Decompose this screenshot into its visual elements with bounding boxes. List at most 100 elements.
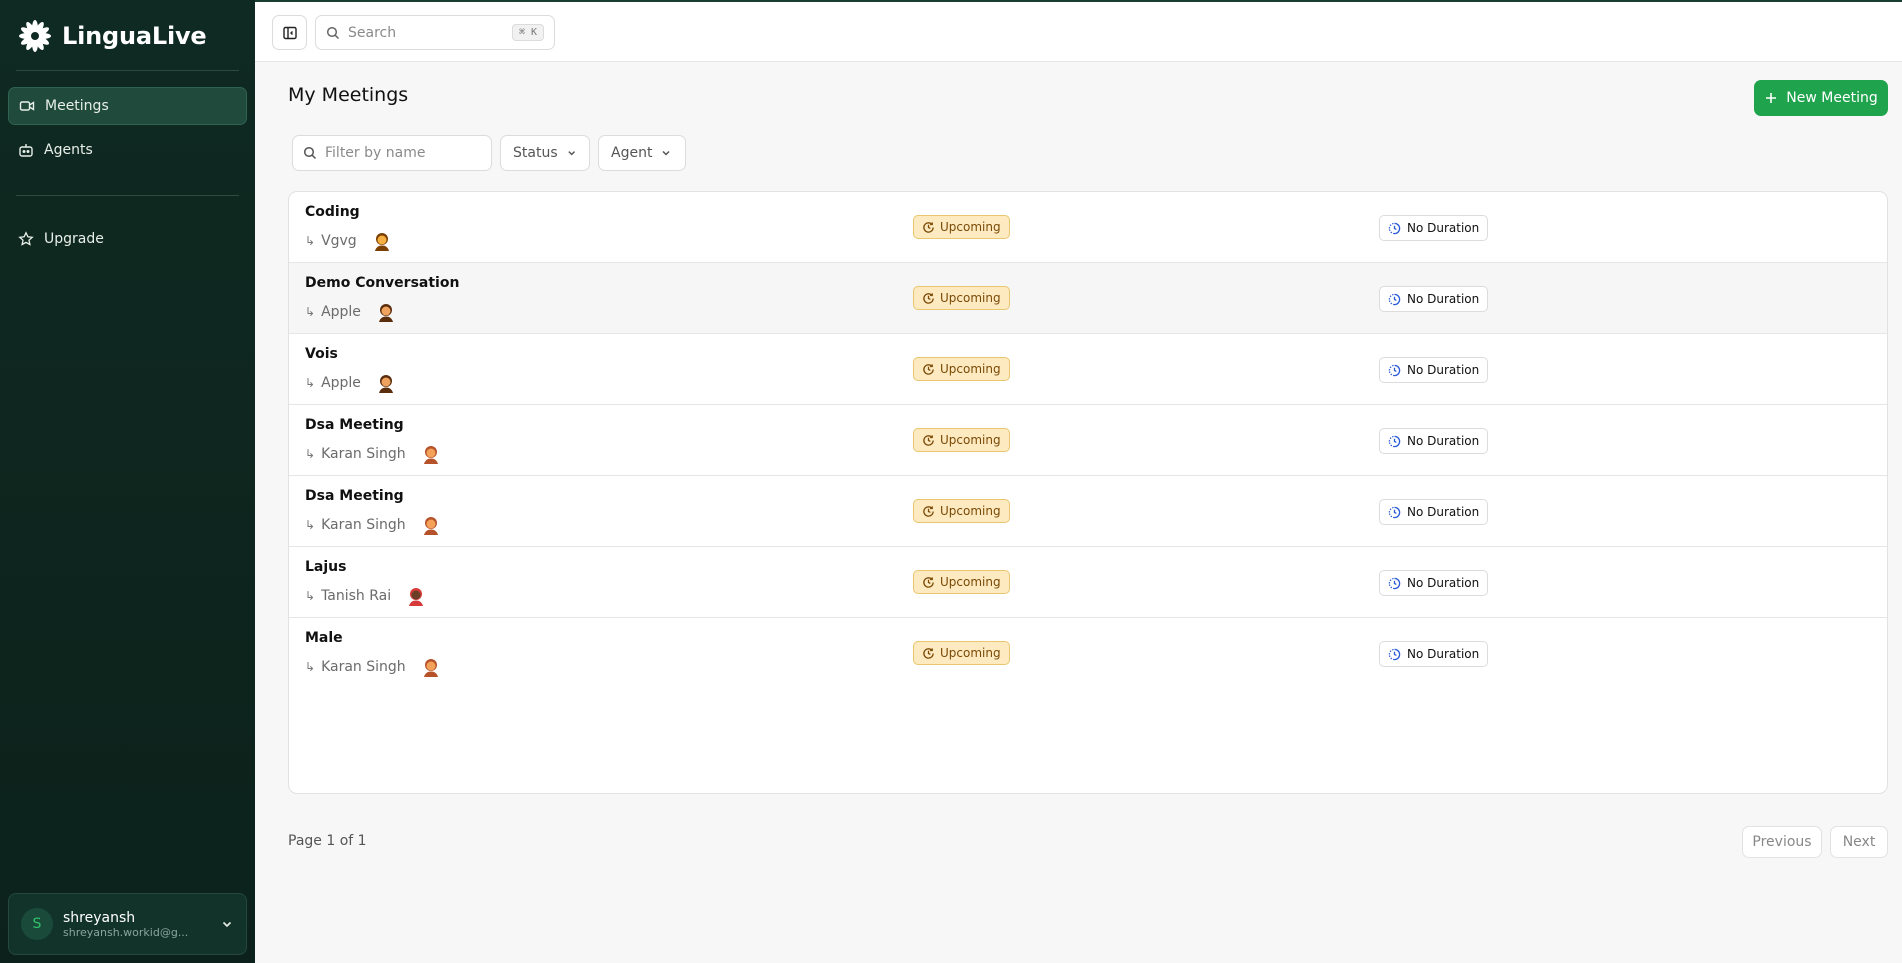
status-badge: Upcoming	[913, 215, 1010, 239]
meeting-name: Vois	[305, 346, 338, 362]
clock-arrow-icon	[923, 292, 934, 304]
next-page-button[interactable]: Next	[1830, 826, 1888, 858]
agent-avatar-icon	[423, 446, 438, 464]
new-meeting-button[interactable]: New Meeting	[1754, 80, 1888, 116]
meeting-name: Lajus	[305, 559, 347, 575]
status-label: Upcoming	[940, 575, 1001, 589]
clock-fading-icon	[1388, 435, 1401, 447]
sidebar-item-agents[interactable]: Agents	[8, 131, 247, 169]
clock-arrow-icon	[923, 576, 934, 588]
page-title: My Meetings	[288, 84, 409, 106]
duration-label: No Duration	[1407, 576, 1480, 590]
clock-arrow-icon	[923, 434, 934, 446]
plus-icon	[1766, 93, 1777, 103]
sidebar-item-label: Meetings	[45, 98, 109, 114]
filter-by-name-input[interactable]: Filter by name	[292, 135, 492, 171]
user-menu[interactable]: S shreyansh shreyansh.workid@g...	[8, 893, 247, 955]
clock-fading-icon	[1388, 293, 1401, 305]
status-label: Upcoming	[940, 646, 1001, 660]
agent-avatar-icon	[423, 659, 438, 677]
page-info: Page 1 of 1	[288, 833, 367, 849]
user-info: shreyansh shreyansh.workid@g...	[63, 910, 210, 939]
meeting-name: Demo Conversation	[305, 275, 460, 291]
duration-badge: No Duration	[1379, 570, 1489, 596]
clock-fading-icon	[1388, 648, 1401, 660]
agent-name: Karan Singh	[321, 659, 406, 675]
agent-avatar-icon	[378, 375, 393, 393]
clock-fading-icon	[1388, 364, 1401, 376]
status-filter-label: Status	[513, 145, 558, 161]
table-row[interactable]: Coding ↳ Vgvg Upcoming No Duration	[289, 192, 1887, 263]
status-label: Upcoming	[940, 220, 1001, 234]
status-badge: Upcoming	[913, 570, 1010, 594]
duration-badge: No Duration	[1379, 286, 1489, 312]
clock-fading-icon	[1388, 577, 1401, 589]
sidebar-divider	[16, 70, 239, 71]
user-name: shreyansh	[63, 909, 136, 926]
agent-filter-label: Agent	[611, 145, 653, 161]
corner-down-right-icon: ↳	[305, 447, 316, 461]
sidebar-item-meetings[interactable]: Meetings	[8, 87, 247, 125]
sidebar-divider	[16, 195, 239, 196]
table-row[interactable]: Lajus ↳ Tanish Rai Upcoming No Duration	[289, 547, 1887, 618]
chevron-down-icon	[222, 921, 232, 928]
agent-name: Tanish Rai	[321, 588, 392, 604]
duration-badge: No Duration	[1379, 428, 1489, 454]
top-bar: Search ⌘ K	[255, 0, 1902, 62]
table-row[interactable]: Vois ↳ Apple Upcoming No Duration	[289, 334, 1887, 405]
duration-label: No Duration	[1407, 363, 1480, 377]
meeting-agent: ↳ Apple	[305, 372, 397, 394]
table-row[interactable]: Demo Conversation ↳ Apple Upcoming No Du…	[289, 263, 1887, 334]
search-input[interactable]: Search ⌘ K	[315, 15, 555, 50]
corner-down-right-icon: ↳	[305, 376, 316, 390]
sidebar-item-label: Upgrade	[44, 231, 104, 247]
status-badge: Upcoming	[913, 641, 1010, 665]
previous-page-button[interactable]: Previous	[1742, 826, 1822, 858]
video-icon	[19, 101, 35, 111]
agent-avatar-icon	[423, 517, 438, 535]
status-filter-dropdown[interactable]: Status	[500, 135, 590, 171]
meeting-agent: ↳ Apple	[305, 301, 397, 323]
meeting-agent: ↳ Karan Singh	[305, 514, 442, 536]
agent-filter-dropdown[interactable]: Agent	[598, 135, 686, 171]
search-placeholder: Search	[348, 24, 397, 41]
duration-badge: No Duration	[1379, 215, 1489, 241]
clock-arrow-icon	[923, 647, 934, 659]
chevron-down-icon	[662, 150, 670, 156]
new-meeting-label: New Meeting	[1786, 90, 1878, 106]
table-row[interactable]: Male ↳ Karan Singh Upcoming No Duration	[289, 618, 1887, 689]
brand-logo[interactable]: LinguaLive	[18, 18, 207, 54]
agent-name: Karan Singh	[321, 446, 406, 462]
shortcut-hint: ⌘ K	[511, 24, 544, 41]
status-badge: Upcoming	[913, 357, 1010, 381]
status-label: Upcoming	[940, 504, 1001, 518]
status-label: Upcoming	[940, 433, 1001, 447]
filter-placeholder: Filter by name	[325, 145, 426, 161]
sidebar-item-upgrade[interactable]: Upgrade	[8, 220, 247, 258]
meetings-table: Coding ↳ Vgvg Upcoming No Duration Demo …	[288, 191, 1888, 794]
sidebar-toggle-button[interactable]	[272, 15, 307, 50]
meeting-name: Male	[305, 630, 343, 646]
avatar: S	[21, 908, 53, 940]
logo-icon	[19, 20, 51, 52]
duration-badge: No Duration	[1379, 357, 1489, 383]
corner-down-right-icon: ↳	[305, 518, 316, 532]
status-label: Upcoming	[940, 291, 1001, 305]
duration-label: No Duration	[1407, 292, 1480, 306]
status-label: Upcoming	[940, 362, 1001, 376]
meeting-agent: ↳ Karan Singh	[305, 443, 442, 465]
table-row[interactable]: Dsa Meeting ↳ Karan Singh Upcoming No Du…	[289, 405, 1887, 476]
clock-arrow-icon	[923, 221, 934, 233]
clock-fading-icon	[1388, 506, 1401, 518]
app-name: LinguaLive	[62, 22, 207, 50]
user-email: shreyansh.workid@g...	[63, 925, 189, 939]
corner-down-right-icon: ↳	[305, 234, 316, 248]
meeting-agent: ↳ Karan Singh	[305, 656, 442, 678]
meeting-agent: ↳ Vgvg	[305, 230, 393, 252]
sidebar-item-label: Agents	[44, 142, 93, 158]
table-row[interactable]: Dsa Meeting ↳ Karan Singh Upcoming No Du…	[289, 476, 1887, 547]
meeting-agent: ↳ Tanish Rai	[305, 585, 427, 607]
status-badge: Upcoming	[913, 286, 1010, 310]
clock-arrow-icon	[923, 363, 934, 375]
clock-fading-icon	[1388, 222, 1401, 234]
